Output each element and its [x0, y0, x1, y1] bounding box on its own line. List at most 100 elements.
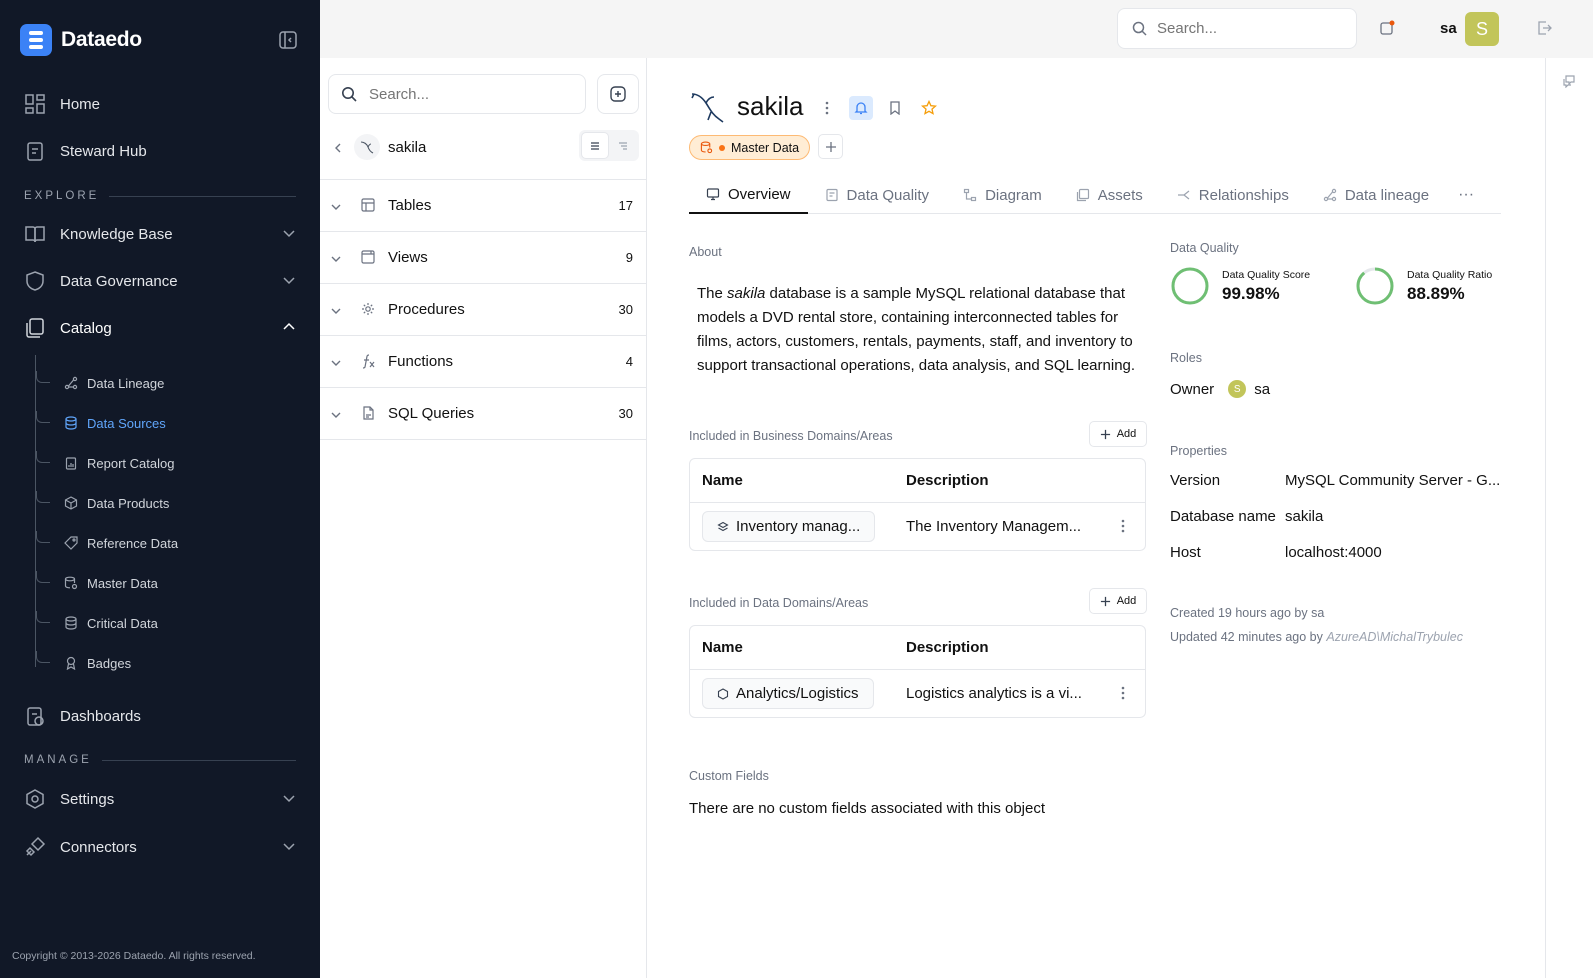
- username[interactable]: sa: [1440, 20, 1457, 37]
- sidebar-item-badges[interactable]: Badges: [36, 651, 131, 675]
- column-header-name: Name: [702, 472, 743, 489]
- nav-catalog[interactable]: Catalog: [24, 310, 296, 346]
- nav-knowledge-base[interactable]: Knowledge Base: [24, 216, 296, 252]
- dq-score-label: Data Quality Score: [1222, 268, 1311, 281]
- owner-name[interactable]: sa: [1254, 381, 1270, 398]
- logout-icon[interactable]: [1536, 20, 1552, 41]
- global-search-input[interactable]: [1157, 20, 1337, 37]
- tab-relationships[interactable]: Relationships: [1160, 176, 1306, 214]
- tab-diagram[interactable]: Diagram: [946, 176, 1059, 214]
- nav-data-governance[interactable]: Data Governance: [24, 263, 296, 299]
- tab-overview[interactable]: Overview: [689, 176, 808, 214]
- add-object-button[interactable]: [597, 74, 639, 114]
- global-search[interactable]: [1117, 8, 1357, 49]
- more-tabs-icon[interactable]: ···: [1446, 176, 1486, 213]
- chevron-down-icon: [283, 277, 295, 285]
- tree-row-count: 30: [618, 302, 633, 317]
- created-info: Created 19 hours ago by sa: [1170, 606, 1325, 620]
- master-data-badge[interactable]: Master Data: [689, 135, 811, 160]
- sidebar-item-data-sources[interactable]: Data Sources: [36, 411, 166, 435]
- nav-connectors[interactable]: Connectors: [24, 829, 296, 865]
- chevron-down-icon[interactable]: [330, 409, 342, 421]
- domain-chip[interactable]: Analytics/Logistics: [702, 678, 874, 709]
- clipboard-icon: [27, 142, 43, 161]
- chevron-down-icon[interactable]: [330, 305, 342, 317]
- more-vertical-icon[interactable]: [1121, 519, 1125, 533]
- nav-catalog-label: Catalog: [60, 319, 112, 337]
- tree-row-procedures[interactable]: Procedures 30: [320, 284, 647, 336]
- tab-label: Data lineage: [1344, 186, 1430, 204]
- view-toggle[interactable]: [579, 130, 639, 161]
- add-badge-button[interactable]: [818, 134, 843, 159]
- tree-row-sql-queries[interactable]: SQL Queries 30: [320, 388, 647, 440]
- tab-label: Data Quality: [846, 186, 930, 204]
- comments-icon[interactable]: [1562, 74, 1576, 88]
- table-row[interactable]: Inventory manag... The Inventory Managem…: [690, 503, 1145, 550]
- status-dot: [719, 144, 725, 151]
- owner-avatar: S: [1228, 380, 1247, 398]
- overview-icon: [706, 188, 720, 201]
- sidebar-item-reference-data[interactable]: Reference Data: [36, 531, 178, 555]
- owner-label: Owner: [1170, 380, 1215, 398]
- sidebar-item-label: Data Lineage: [87, 375, 165, 391]
- business-domains-table: Name Description Inventory manag... The …: [689, 458, 1146, 551]
- avatar[interactable]: S: [1465, 12, 1499, 46]
- domain-name: Analytics/Logistics: [736, 685, 859, 702]
- tab-label: Diagram: [985, 186, 1042, 204]
- chevron-left-icon[interactable]: [332, 142, 344, 154]
- tab-assets[interactable]: Assets: [1059, 176, 1160, 214]
- nav-steward-hub[interactable]: Steward Hub: [24, 133, 296, 169]
- more-vertical-icon[interactable]: [1121, 686, 1125, 700]
- object-actions: [815, 96, 941, 120]
- property-host-value: localhost:4000: [1285, 544, 1382, 561]
- tab-label: Overview: [728, 185, 791, 203]
- tab-data-lineage[interactable]: Data lineage: [1306, 176, 1446, 214]
- about-text: The sakila database is a sample MySQL re…: [697, 282, 1152, 378]
- tree-search-input[interactable]: [369, 85, 569, 103]
- relationships-icon: [1177, 190, 1190, 200]
- tab-data-quality[interactable]: Data Quality: [808, 176, 947, 214]
- chevron-down-icon[interactable]: [330, 253, 342, 265]
- sidebar-item-report-catalog[interactable]: Report Catalog: [36, 451, 174, 475]
- property-version-label: Version: [1170, 472, 1221, 489]
- tree-row-functions[interactable]: Functions 4: [320, 336, 647, 388]
- tree-row-views[interactable]: Views 9: [320, 232, 647, 284]
- sidebar-item-master-data[interactable]: Master Data: [36, 571, 158, 595]
- property-dbname-label: Database name: [1170, 508, 1276, 525]
- dashboard-icon: [27, 707, 44, 726]
- sidebar-item-data-lineage[interactable]: Data Lineage: [36, 371, 164, 395]
- sidebar-item-label: Reference Data: [87, 535, 179, 551]
- data-quality-label: Data Quality: [1170, 241, 1239, 255]
- chevron-down-icon[interactable]: [330, 201, 342, 213]
- dq-ratio[interactable]: Data Quality Ratio 88.89%: [1355, 266, 1492, 306]
- mysql-icon: [354, 134, 380, 160]
- tree-search[interactable]: [328, 74, 586, 114]
- collapse-sidebar-icon[interactable]: [278, 30, 298, 50]
- bookmark-icon[interactable]: [883, 96, 907, 120]
- sidebar-item-data-products[interactable]: Data Products: [36, 491, 169, 515]
- domain-description: Logistics analytics is a vi...: [906, 685, 1082, 702]
- chevron-down-icon[interactable]: [330, 357, 342, 369]
- tree-row-count: 30: [618, 406, 633, 421]
- table-row[interactable]: Analytics/Logistics Logistics analytics …: [690, 670, 1145, 717]
- notifications-icon[interactable]: [1379, 20, 1395, 41]
- star-icon[interactable]: [917, 96, 941, 120]
- tab-label: Relationships: [1198, 186, 1289, 204]
- add-data-domain-button[interactable]: Add: [1089, 588, 1147, 614]
- dq-score[interactable]: Data Quality Score 99.98%: [1170, 266, 1310, 306]
- add-business-domain-button[interactable]: Add: [1089, 421, 1147, 447]
- nav-dashboards[interactable]: Dashboards: [24, 698, 296, 734]
- tree-view-icon[interactable]: [609, 132, 637, 159]
- updated-text: Updated 42 minutes ago by: [1170, 630, 1327, 644]
- list-view-icon[interactable]: [581, 132, 609, 159]
- tree-row-tables[interactable]: Tables 17: [320, 180, 647, 232]
- nav-home[interactable]: Home: [24, 86, 296, 122]
- domain-name: Inventory manag...: [736, 518, 861, 535]
- more-vertical-icon[interactable]: [815, 96, 839, 120]
- logo[interactable]: Dataedo: [20, 24, 142, 56]
- domain-chip[interactable]: Inventory manag...: [702, 511, 876, 542]
- bell-icon[interactable]: [849, 96, 873, 120]
- dq-ratio-value: 88.89%: [1407, 283, 1465, 303]
- sidebar-item-critical-data[interactable]: Critical Data: [36, 611, 158, 635]
- nav-settings[interactable]: Settings: [24, 781, 296, 817]
